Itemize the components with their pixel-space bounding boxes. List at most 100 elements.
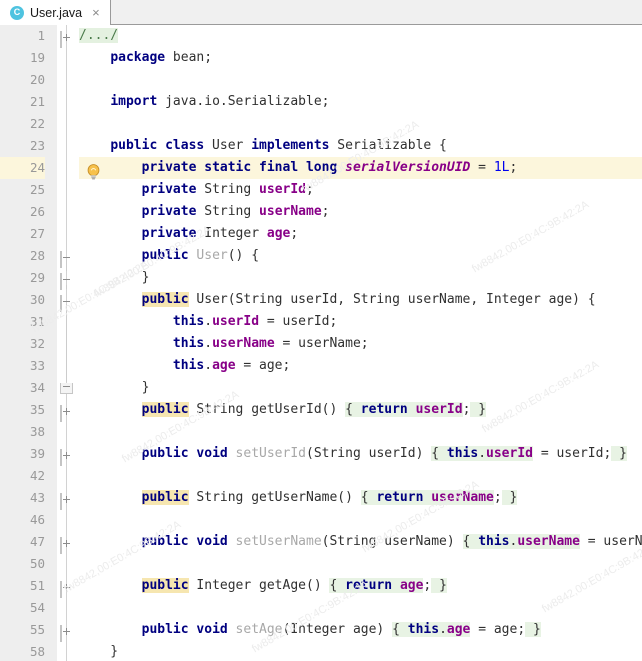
fold-expand-icon[interactable]: [57, 487, 79, 510]
fold-collapse-icon[interactable]: [57, 245, 79, 268]
code-line[interactable]: 38: [0, 421, 642, 443]
fold-expand-icon[interactable]: [57, 399, 79, 422]
code-line[interactable]: 54: [0, 597, 642, 619]
code-line-text[interactable]: [79, 69, 642, 91]
line-number[interactable]: 54: [0, 597, 45, 619]
code-line-text[interactable]: public Integer getAge() { return age; }: [79, 575, 642, 597]
code-line[interactable]: 20: [0, 69, 642, 91]
line-number[interactable]: 58: [0, 641, 45, 661]
line-number[interactable]: 39: [0, 443, 45, 465]
line-number[interactable]: 21: [0, 91, 45, 113]
line-number[interactable]: 23: [0, 135, 45, 157]
line-number[interactable]: 38: [0, 421, 45, 443]
fold-expand-icon[interactable]: [57, 531, 79, 554]
code-line[interactable]: 31 this.userId = userId;: [0, 311, 642, 333]
code-line-text[interactable]: this.userId = userId;: [79, 311, 642, 333]
line-number[interactable]: 30: [0, 289, 45, 311]
code-line[interactable]: 42: [0, 465, 642, 487]
code-line-text[interactable]: [79, 553, 642, 575]
code-line[interactable]: 26 private String userName;: [0, 201, 642, 223]
line-number[interactable]: 1: [0, 25, 45, 47]
code-line-text[interactable]: [79, 509, 642, 531]
code-line[interactable]: 34 }: [0, 377, 642, 399]
line-number[interactable]: 51: [0, 575, 45, 597]
close-icon[interactable]: ×: [90, 6, 102, 19]
code-line[interactable]: 47 public void setUserName(String userNa…: [0, 531, 642, 554]
code-line-text[interactable]: public void setUserName(String userName)…: [79, 531, 642, 553]
line-number[interactable]: 46: [0, 509, 45, 531]
fold-collapse-icon[interactable]: [57, 267, 79, 290]
code-line[interactable]: 35 public String getUserId() { return us…: [0, 399, 642, 422]
code-line[interactable]: 23 public class User implements Serializ…: [0, 135, 642, 157]
code-line-text[interactable]: this.userName = userName;: [79, 333, 642, 355]
fold-expand-icon[interactable]: [57, 25, 79, 48]
code-line[interactable]: 51 public Integer getAge() { return age;…: [0, 575, 642, 598]
code-line-text[interactable]: import java.io.Serializable;: [79, 91, 642, 113]
code-line[interactable]: 39 public void setUserId(String userId) …: [0, 443, 642, 466]
code-line-text[interactable]: private String userId;: [79, 179, 642, 201]
code-line-text[interactable]: this.age = age;: [79, 355, 642, 377]
code-line-text[interactable]: public class User implements Serializabl…: [79, 135, 642, 157]
editor-tab-user-java[interactable]: C User.java ×: [0, 0, 111, 25]
line-number[interactable]: 55: [0, 619, 45, 641]
line-number[interactable]: 29: [0, 267, 45, 289]
line-number[interactable]: 32: [0, 333, 45, 355]
line-number[interactable]: 19: [0, 47, 45, 69]
line-number[interactable]: 25: [0, 179, 45, 201]
line-number[interactable]: 27: [0, 223, 45, 245]
lightbulb-icon[interactable]: [86, 164, 101, 180]
code-line[interactable]: 1 /.../: [0, 25, 642, 48]
line-number[interactable]: 34: [0, 377, 45, 399]
line-number[interactable]: 31: [0, 311, 45, 333]
code-line-text[interactable]: [79, 421, 642, 443]
fold-expand-icon[interactable]: [57, 575, 79, 598]
code-line[interactable]: 27 private Integer age;: [0, 223, 642, 245]
code-line[interactable]: 43 public String getUserName() { return …: [0, 487, 642, 510]
fold-expand-icon[interactable]: [57, 443, 79, 466]
code-line-text[interactable]: public void setUserId(String userId) { t…: [79, 443, 642, 465]
code-line-text[interactable]: public String getUserName() { return use…: [79, 487, 642, 509]
code-line-text[interactable]: /.../: [79, 25, 642, 47]
line-number[interactable]: 26: [0, 201, 45, 223]
code-line-text[interactable]: public String getUserId() { return userI…: [79, 399, 642, 421]
fold-expand-icon[interactable]: [57, 619, 79, 642]
line-number[interactable]: 35: [0, 399, 45, 421]
line-number[interactable]: 43: [0, 487, 45, 509]
code-line[interactable]: 29 }: [0, 267, 642, 290]
code-line[interactable]: 58 }: [0, 641, 642, 661]
code-line[interactable]: 21 import java.io.Serializable;: [0, 91, 642, 113]
code-line-text[interactable]: private String userName;: [79, 201, 642, 223]
code-line-text[interactable]: public void setAge(Integer age) { this.a…: [79, 619, 642, 641]
line-number[interactable]: 33: [0, 355, 45, 377]
code-line[interactable]: 50: [0, 553, 642, 575]
code-line-text[interactable]: package bean;: [79, 47, 642, 69]
code-line-text[interactable]: public User() {: [79, 245, 642, 267]
line-number[interactable]: 28: [0, 245, 45, 267]
code-line-text[interactable]: private static final long serialVersionU…: [79, 157, 642, 179]
code-line-text[interactable]: private Integer age;: [79, 223, 642, 245]
code-line[interactable]: 33 this.age = age;: [0, 355, 642, 377]
code-line-text[interactable]: [79, 113, 642, 135]
code-line-text[interactable]: }: [79, 377, 642, 399]
code-line[interactable]: 55 public void setAge(Integer age) { thi…: [0, 619, 642, 642]
code-line[interactable]: 28 public User() {: [0, 245, 642, 268]
code-line[interactable]: 30 public User(String userId, String use…: [0, 289, 642, 312]
code-line[interactable]: 46: [0, 509, 642, 531]
fold-gutter[interactable]: [57, 377, 79, 399]
line-number[interactable]: 24: [0, 157, 45, 179]
code-line-text[interactable]: public User(String userId, String userNa…: [79, 289, 642, 311]
code-line-text[interactable]: }: [79, 641, 642, 661]
code-line-text[interactable]: [79, 597, 642, 619]
fold-collapse-icon[interactable]: [57, 289, 79, 312]
line-number[interactable]: 42: [0, 465, 45, 487]
code-line[interactable]: 32 this.userName = userName;: [0, 333, 642, 355]
line-number[interactable]: 50: [0, 553, 45, 575]
line-number[interactable]: 22: [0, 113, 45, 135]
line-number[interactable]: 20: [0, 69, 45, 91]
code-line[interactable]: 22: [0, 113, 642, 135]
code-line[interactable]: 25 private String userId;: [0, 179, 642, 201]
code-line[interactable]: 19 package bean;: [0, 47, 642, 69]
code-line-text[interactable]: }: [79, 267, 642, 289]
code-line-text[interactable]: [79, 465, 642, 487]
line-number[interactable]: 47: [0, 531, 45, 553]
